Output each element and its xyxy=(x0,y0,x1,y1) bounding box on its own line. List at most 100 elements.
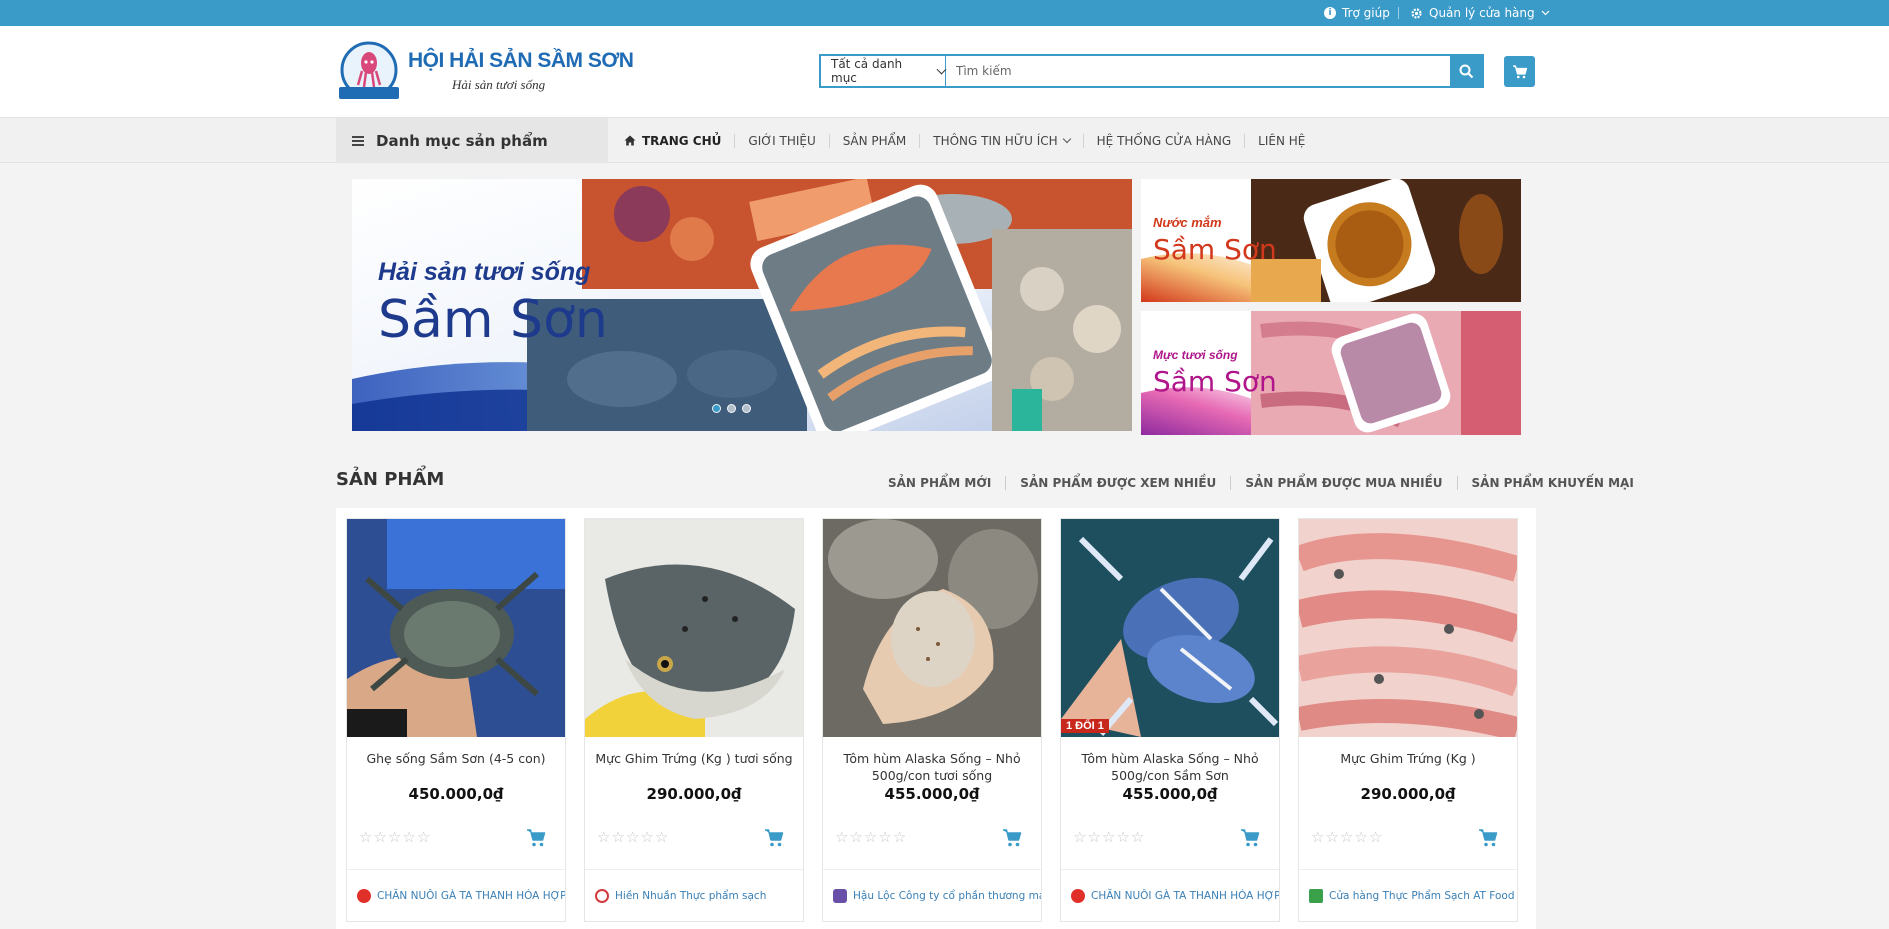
star-icon: ☆ xyxy=(863,828,878,846)
search-category-select[interactable]: Tất cả danh mục xyxy=(821,56,947,86)
cart-icon xyxy=(1512,64,1527,78)
star-icon: ☆ xyxy=(1339,828,1354,846)
star-icon: ☆ xyxy=(1130,828,1145,846)
hero-banner[interactable]: Hải sản tươi sống Sầm Sơn xyxy=(352,179,1132,431)
product-price: 290.000,0₫ xyxy=(646,785,742,803)
exchange-badge: 1 ĐỔI 1 xyxy=(1061,719,1109,733)
help-link[interactable]: i Trợ giúp xyxy=(1324,0,1390,26)
hero-banner-line1: Hải sản tươi sống xyxy=(378,258,590,286)
fish-sauce-banner-image: Nước mắm Sầm Sơn xyxy=(1141,179,1521,302)
product-image[interactable] xyxy=(585,519,803,737)
search-button[interactable] xyxy=(1450,56,1482,86)
store-link[interactable]: CHĂN NUÔI GÀ TA THANH HÓA HỢP T xyxy=(1061,869,1279,921)
store-manager-label: Quản lý cửa hàng xyxy=(1429,6,1535,20)
star-icon: ☆ xyxy=(1311,828,1325,846)
products-section-title: SẢN PHẨM xyxy=(336,469,445,490)
add-to-cart-icon[interactable] xyxy=(1478,829,1498,847)
nav-label: SẢN PHẨM xyxy=(842,133,907,148)
product-name[interactable]: Mực Ghim Trứng (Kg ) xyxy=(1309,750,1507,767)
cart-button[interactable] xyxy=(1504,56,1535,87)
store-name: CHĂN NUÔI GÀ TA THANH HÓA HỢP T xyxy=(377,889,565,902)
product-image[interactable] xyxy=(347,519,565,737)
product-card[interactable]: Mực Ghim Trứng (Kg ) tươi sống 290.000,0… xyxy=(584,518,804,922)
squid-banner-image: Mực tươi sống Sầm Sơn xyxy=(1141,311,1521,435)
squid-line1: Mực tươi sống xyxy=(1153,348,1238,362)
search-input[interactable] xyxy=(946,56,1450,86)
product-tabs: SẢN PHẨM MỚI SẢN PHẨM ĐƯỢC XEM NHIỀU SẢN… xyxy=(888,476,1634,490)
store-link[interactable]: Hiền Nhuần Thực phẩm sạch xyxy=(585,869,803,921)
product-grid: Ghẹ sống Sầm Sơn (4-5 con) 450.000,0₫ ☆ ☆… xyxy=(336,508,1536,929)
tab-best-selling[interactable]: SẢN PHẨM ĐƯỢC MUA NHIỀU xyxy=(1231,476,1458,490)
product-image[interactable]: 1 ĐỔI 1 xyxy=(1061,519,1279,737)
product-price: 290.000,0₫ xyxy=(1360,785,1456,803)
nav-label: HỆ THỐNG CỬA HÀNG xyxy=(1096,133,1232,148)
nav-label: THÔNG TIN HỮU ÍCH xyxy=(933,133,1058,148)
store-logo-icon xyxy=(595,888,609,903)
tab-promotions[interactable]: SẢN PHẨM KHUYẾN MẠI xyxy=(1458,476,1634,490)
star-icon: ☆ xyxy=(402,828,416,846)
nav-item-home[interactable]: TRANG CHỦ xyxy=(624,133,736,148)
star-icon: ☆ xyxy=(878,828,892,846)
nav-item-contact[interactable]: LIÊN HỆ xyxy=(1245,134,1318,148)
star-icon: ☆ xyxy=(849,828,863,846)
fish-sauce-line1: Nước mắm xyxy=(1153,215,1222,230)
product-image[interactable] xyxy=(823,519,1041,737)
carousel-dot[interactable] xyxy=(727,404,736,413)
add-to-cart-icon[interactable] xyxy=(1002,829,1022,847)
store-name: Hậu Lộc Công ty cổ phần thương mại xyxy=(853,889,1041,902)
product-card[interactable]: Mực Ghim Trứng (Kg ) 290.000,0₫ ☆ ☆ ☆ ☆ ☆ Cử… xyxy=(1298,518,1518,922)
nav-item-useful-info[interactable]: THÔNG TIN HỮU ÍCH xyxy=(920,133,1084,148)
star-icon: ☆ xyxy=(1073,828,1087,846)
store-link[interactable]: Cửa hàng Thực Phẩm Sạch AT Food xyxy=(1299,869,1517,921)
nav-item-about[interactable]: GIỚI THIỆU xyxy=(735,133,830,148)
rating-stars: ☆ ☆ ☆ ☆ ☆ xyxy=(835,828,906,846)
store-link[interactable]: CHĂN NUÔI GÀ TA THANH HÓA HỢP T xyxy=(347,869,565,921)
tab-new-products[interactable]: SẢN PHẨM MỚI xyxy=(888,476,1007,490)
site-logo[interactable]: HỘI HẢI SẢN SẦM SƠN Hải sản tươi sống xyxy=(336,41,634,103)
product-image[interactable] xyxy=(1299,519,1517,737)
nav-links: TRANG CHỦ GIỚI THIỆU SẢN PHẨM THÔNG TIN … xyxy=(624,118,1318,163)
category-menu-label: Danh mục sản phẩm xyxy=(376,131,548,150)
product-name[interactable]: Tôm hùm Alaska Sống – Nhỏ 500g/con tươi … xyxy=(833,750,1031,784)
chevron-down-icon xyxy=(1541,10,1550,16)
product-name[interactable]: Tôm hùm Alaska Sống – Nhỏ 500g/con Sầm S… xyxy=(1071,750,1269,784)
add-to-cart-icon[interactable] xyxy=(526,829,546,847)
product-card[interactable]: Tôm hùm Alaska Sống – Nhỏ 500g/con tươi … xyxy=(822,518,1042,922)
star-icon: ☆ xyxy=(387,828,402,846)
nav-item-store-system[interactable]: HỆ THỐNG CỬA HÀNG xyxy=(1084,133,1246,148)
site-header: HỘI HẢI SẢN SẦM SƠN Hải sản tươi sống Tấ… xyxy=(0,26,1889,118)
product-name[interactable]: Mực Ghim Trứng (Kg ) tươi sống xyxy=(595,750,793,767)
store-manager-link[interactable]: Quản lý cửa hàng xyxy=(1410,0,1550,26)
search-icon xyxy=(1459,64,1473,78)
carousel-dot[interactable] xyxy=(742,404,751,413)
product-card[interactable]: Ghẹ sống Sầm Sơn (4-5 con) 450.000,0₫ ☆ ☆… xyxy=(346,518,566,922)
product-price: 455.000,0₫ xyxy=(884,785,980,803)
chevron-down-icon xyxy=(1062,134,1071,143)
help-label: Trợ giúp xyxy=(1342,6,1390,20)
star-icon: ☆ xyxy=(1101,828,1116,846)
star-icon: ☆ xyxy=(1354,828,1368,846)
star-icon: ☆ xyxy=(1116,828,1130,846)
star-icon: ☆ xyxy=(1087,828,1101,846)
carousel-dots xyxy=(712,404,751,413)
product-card[interactable]: 1 ĐỔI 1 Tôm hùm Alaska Sống – Nhỏ 500g/c… xyxy=(1060,518,1280,922)
nav-item-products[interactable]: SẢN PHẨM xyxy=(830,133,921,148)
star-icon: ☆ xyxy=(1325,828,1339,846)
store-logo-icon xyxy=(833,888,847,903)
carousel-dot[interactable] xyxy=(712,404,721,413)
nav-label: TRANG CHỦ xyxy=(642,133,722,148)
fish-sauce-line2: Sầm Sơn xyxy=(1153,233,1277,266)
store-logo-icon xyxy=(1309,888,1323,903)
add-to-cart-icon[interactable] xyxy=(764,829,784,847)
category-menu-button[interactable]: Danh mục sản phẩm xyxy=(336,118,608,163)
squid-banner[interactable]: Mực tươi sống Sầm Sơn xyxy=(1141,311,1521,435)
product-price: 455.000,0₫ xyxy=(1122,785,1218,803)
product-name[interactable]: Ghẹ sống Sầm Sơn (4-5 con) xyxy=(357,750,555,767)
add-to-cart-icon[interactable] xyxy=(1240,829,1260,847)
menu-icon xyxy=(352,135,364,146)
fish-sauce-banner[interactable]: Nước mắm Sầm Sơn xyxy=(1141,179,1521,302)
nav-label: GIỚI THIỆU xyxy=(748,133,816,148)
tab-most-viewed[interactable]: SẢN PHẨM ĐƯỢC XEM NHIỀU xyxy=(1006,476,1232,490)
rating-stars: ☆ ☆ ☆ ☆ ☆ xyxy=(1311,828,1382,846)
store-link[interactable]: Hậu Lộc Công ty cổ phần thương mại xyxy=(823,869,1041,921)
